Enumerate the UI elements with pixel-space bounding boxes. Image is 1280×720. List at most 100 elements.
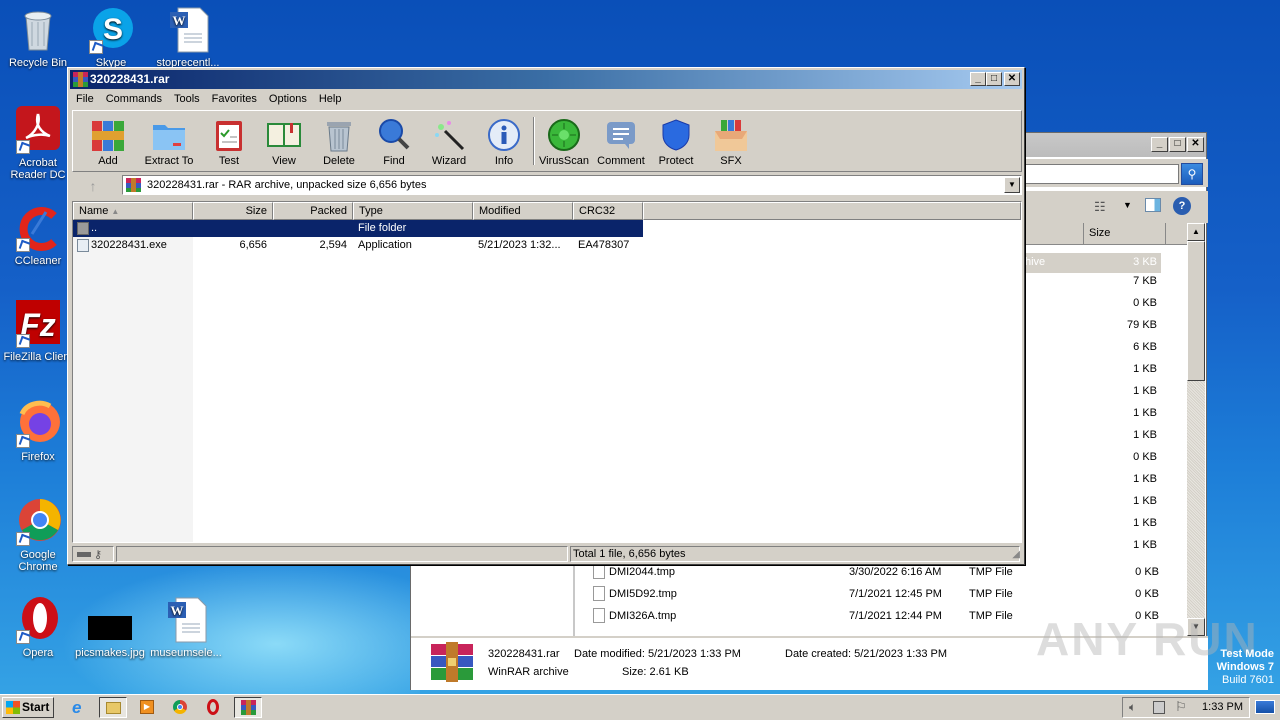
explorer-column-header: Size — [1023, 223, 1187, 245]
minimize-button[interactable]: _ — [970, 72, 986, 86]
explorer-size-cell: 0 KB — [1133, 297, 1157, 309]
desktop-icon-chrome[interactable]: Google Chrome — [0, 498, 76, 573]
rar-file-icon — [126, 178, 141, 192]
desktop-icon-label: picsmakes.jpg — [75, 647, 145, 659]
file-size: 0 KB — [1135, 566, 1159, 578]
parent-folder-row[interactable]: .. File folder — [73, 220, 643, 237]
delete-button[interactable]: Delete — [311, 115, 367, 167]
menu-commands[interactable]: Commands — [100, 90, 168, 108]
file-row[interactable]: 320228431.exe 6,656 2,594 Application 5/21/2… — [73, 237, 643, 254]
search-icon[interactable]: ⚲ — [1181, 163, 1203, 185]
view-button[interactable]: View — [256, 115, 312, 167]
path-combobox[interactable]: 320228431.rar - RAR archive, unpacked si… — [122, 175, 1022, 195]
test-button[interactable]: Test — [201, 115, 257, 167]
file-size: 0 KB — [1135, 588, 1159, 600]
explorer-size-cell: 7 KB — [1133, 275, 1157, 287]
preview-pane-icon[interactable] — [1145, 198, 1161, 212]
protect-button[interactable]: Protect — [648, 115, 704, 167]
status-pane-left — [116, 546, 568, 562]
scroll-up-button[interactable]: ▲ — [1187, 223, 1205, 241]
desktop-icon-filezilla[interactable]: Fz FileZilla Client — [0, 300, 76, 363]
explorer-size-cell: 1 KB — [1133, 517, 1157, 529]
menu-file[interactable]: File — [70, 90, 100, 108]
cell-crc: EA478307 — [578, 239, 630, 251]
shortcut-arrow-icon — [16, 334, 30, 348]
winrar-title-bar[interactable]: 320228431.rar _ □ ✕ — [70, 70, 1022, 89]
desktop-icon-stoprecent[interactable]: W stoprecentl... — [150, 6, 226, 69]
explorer-size-cell: 0 KB — [1133, 451, 1157, 463]
taskbar-opera[interactable] — [199, 697, 227, 718]
word-document-icon: W — [162, 596, 210, 644]
show-desktop-button[interactable] — [1255, 700, 1275, 714]
toolbar-separator — [533, 117, 535, 165]
svg-text:S: S — [103, 13, 123, 46]
desktop-icon-ccleaner[interactable]: CCleaner — [0, 204, 76, 267]
virusscan-button[interactable]: VirusScan — [536, 115, 592, 167]
menu-help[interactable]: Help — [313, 90, 348, 108]
desktop-icon-firefox[interactable]: Firefox — [0, 400, 76, 463]
winrar-window[interactable]: 320228431.rar _ □ ✕ File Commands Tools … — [67, 67, 1025, 565]
desktop-icon-label: Opera — [22, 647, 54, 659]
scrollbar-thumb[interactable] — [1187, 241, 1205, 381]
start-button[interactable]: Start — [2, 697, 54, 718]
chrome-icon — [14, 498, 62, 546]
desktop-icon-opera[interactable]: Opera — [0, 596, 76, 659]
chevron-down-icon[interactable]: ▼ — [1123, 200, 1132, 210]
desktop-icon-recycle-bin[interactable]: Recycle Bin — [0, 6, 76, 69]
extract-to-button[interactable]: Extract To — [138, 115, 200, 167]
explorer-minimize-button[interactable]: _ — [1151, 137, 1168, 152]
column-header-packed[interactable]: Packed — [273, 202, 353, 220]
explorer-size-cell: 6 KB — [1133, 341, 1157, 353]
file-list[interactable]: Name ▲ Size Packed Type Modified CRC32 .… — [72, 201, 1022, 543]
help-icon[interactable]: ? — [1173, 197, 1191, 215]
path-dropdown-button[interactable]: ▼ — [1004, 177, 1020, 193]
close-button[interactable]: ✕ — [1004, 72, 1020, 86]
explorer-search-input[interactable] — [1011, 164, 1179, 184]
column-header-size[interactable]: Size — [1089, 227, 1110, 239]
column-header-size[interactable]: Size — [193, 202, 273, 220]
taskbar-chrome[interactable] — [166, 697, 194, 718]
sfx-button[interactable]: SFX — [703, 115, 759, 167]
menu-options[interactable]: Options — [263, 90, 313, 108]
taskbar-ie[interactable]: e — [66, 697, 94, 718]
desktop-icon-picsmakes[interactable]: picsmakes.jpg — [72, 596, 148, 659]
taskbar-media-player[interactable]: ▶ — [133, 697, 161, 718]
view-options-icon[interactable]: ☷ — [1094, 199, 1106, 215]
comment-button[interactable]: Comment — [593, 115, 649, 167]
add-button[interactable]: Add — [80, 115, 136, 167]
clock[interactable]: 1:33 PM — [1202, 701, 1243, 713]
explorer-maximize-button[interactable]: □ — [1169, 137, 1186, 152]
resize-grip-icon[interactable]: ◢ — [1012, 549, 1020, 560]
shortcut-arrow-icon — [16, 532, 30, 546]
test-mode-label: Test Mode Windows 7 Build 7601 — [1216, 648, 1274, 686]
status-icons: ⚷ — [72, 546, 114, 562]
up-folder-button[interactable]: ↑ — [78, 177, 108, 195]
info-button[interactable]: Info — [476, 115, 532, 167]
volume-icon[interactable]: 🔈︎ — [1129, 700, 1136, 715]
find-button[interactable]: Find — [366, 115, 422, 167]
column-header-modified[interactable]: Modified — [473, 202, 573, 220]
menu-tools[interactable]: Tools — [168, 90, 206, 108]
cell-size: 6,656 — [239, 239, 267, 251]
desktop-icon-acrobat[interactable]: Acrobat Reader DC — [0, 106, 76, 181]
desktop-icon-label: Google Chrome — [18, 549, 58, 573]
shortcut-arrow-icon — [16, 434, 30, 448]
desktop-icon-museumsele[interactable]: W museumsele... — [148, 596, 224, 659]
explorer-close-button[interactable]: ✕ — [1187, 137, 1204, 152]
desktop-icon-label: Firefox — [21, 451, 55, 463]
column-header-name[interactable]: Name ▲ — [73, 202, 193, 220]
menu-favorites[interactable]: Favorites — [206, 90, 263, 108]
column-header-crc32[interactable]: CRC32 — [573, 202, 643, 220]
taskbar-explorer[interactable] — [99, 697, 127, 718]
action-center-flag-icon[interactable]: ⚐ — [1175, 699, 1187, 715]
explorer-file-row[interactable]: DMI5D92.tmp 7/1/2021 12:45 PM TMP File 0 KB — [579, 583, 1159, 605]
network-icon[interactable] — [1153, 701, 1165, 714]
desktop-icon-skype[interactable]: S Skype — [73, 6, 149, 69]
taskbar-winrar[interactable] — [234, 697, 262, 718]
key-icon: ⚷ — [94, 549, 103, 561]
explorer-vertical-scrollbar[interactable]: ▲ ▼ — [1187, 223, 1205, 636]
maximize-button[interactable]: □ — [986, 72, 1002, 86]
column-header-type[interactable]: Type — [353, 202, 473, 220]
explorer-selected-row[interactable]: hive 3 KB — [1023, 253, 1161, 273]
wizard-button[interactable]: Wizard — [421, 115, 477, 167]
